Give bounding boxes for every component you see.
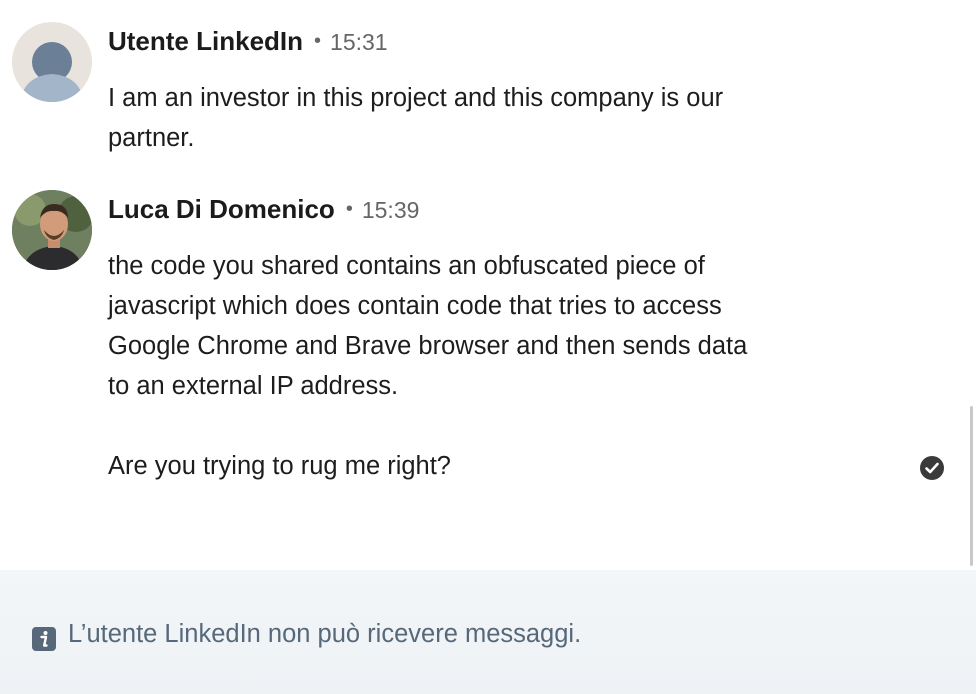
user-silhouette-icon [12,22,92,102]
sender-line: Utente LinkedIn • 15:31 [108,26,388,57]
message-line [108,406,848,446]
restriction-message: L’utente LinkedIn non può ricevere messa… [68,620,582,648]
sender-name[interactable]: Luca Di Domenico [108,194,335,225]
message-line: Are you trying to rug me right? [108,452,451,480]
message-line: the code you shared contains an obfuscat… [108,252,705,280]
check-circle-icon [920,456,944,480]
sender-line: Luca Di Domenico • 15:39 [108,194,419,225]
sender-name[interactable]: Utente LinkedIn [108,26,303,57]
message-line: javascript which does contain code that … [108,292,722,320]
message-time: 15:39 [361,197,420,223]
info-icon [32,627,56,651]
message-line: to an external IP address. [108,372,399,400]
message-body: the code you shared contains an obfuscat… [108,246,848,486]
message-body: I am an investor in this project and thi… [108,78,848,158]
separator-dot: • [345,198,353,220]
message-line: Google Chrome and Brave browser and then… [108,332,748,360]
message-time: 15:31 [330,29,388,55]
scrollbar-thumb[interactable] [970,406,973,566]
separator-dot: • [314,30,322,52]
message-thread: Utente LinkedIn • 15:31 I am an investor… [0,0,976,570]
profile-photo-avatar[interactable] [12,190,92,270]
messaging-restriction-banner: L’utente LinkedIn non può ricevere messa… [0,570,976,694]
message-line: partner. [108,124,195,152]
message-line: I am an investor in this project and thi… [108,84,724,112]
person-photo-icon [12,190,92,270]
generic-user-avatar[interactable] [12,22,92,102]
